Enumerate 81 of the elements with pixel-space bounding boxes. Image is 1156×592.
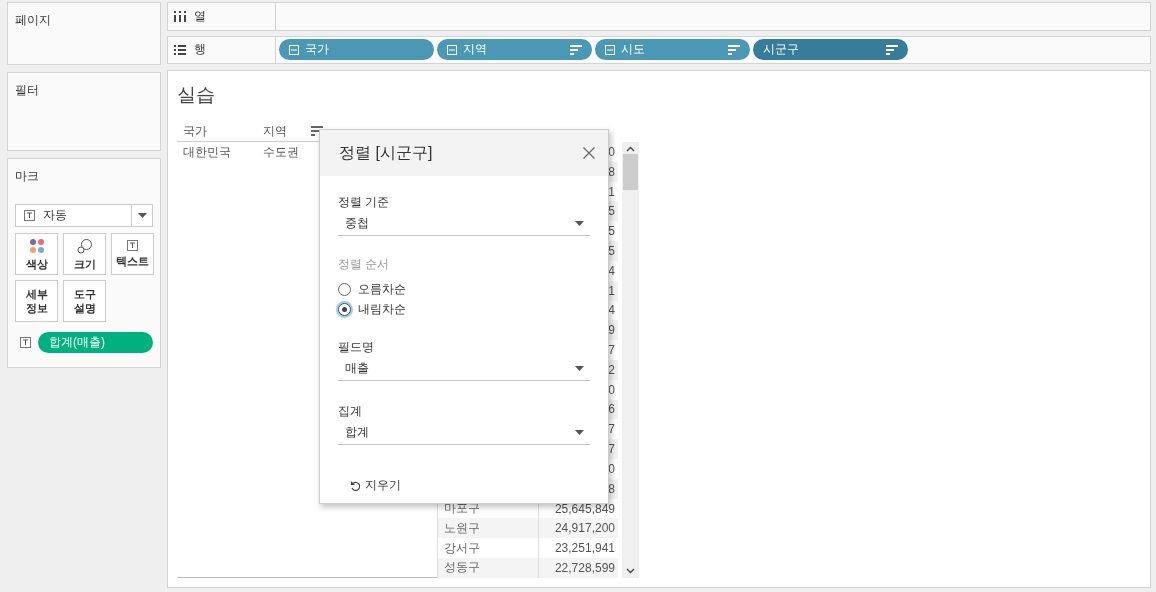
clear-button[interactable]: 지우기 [348,475,403,496]
close-icon[interactable] [583,147,595,159]
field-label: 집계 [338,403,363,420]
table-cell: 5 [608,204,615,219]
sheet-title: 실습 [177,83,216,107]
radio-button[interactable] [338,282,351,296]
undo-icon [350,480,360,491]
collapse-icon[interactable] [289,45,299,55]
table-cell: 4 [608,263,615,278]
table-cell: 1 [608,184,615,199]
collapse-icon[interactable] [605,45,615,55]
table-cell: 마포구 [444,501,480,516]
dialog-title: 정렬 [시군구] [339,142,433,163]
table-cell: 8 [608,164,615,179]
table-cell: 0 [608,461,615,476]
table-cell: 강서구 [444,540,480,555]
mark-button[interactable]: 세부 정보 [15,280,58,322]
mark-button[interactable]: 텍스트 [111,233,154,275]
table-cell: 8 [608,481,615,496]
scrollbar[interactable] [622,142,639,578]
panel-title: 페이지 [15,12,52,29]
radio-label[interactable]: 내림차순 [358,300,406,318]
sort-by-select[interactable]: 중첩 [338,211,590,236]
field-label: 정렬 기준 [338,194,391,211]
table-cell: 0 [608,382,615,397]
panel-title: 마크 [15,168,40,185]
table-cell: 2 [608,362,615,377]
table-cell: 4 [608,303,615,318]
size-icon [76,237,93,254]
scroll-thumb[interactable] [623,154,638,190]
text-icon [20,337,31,348]
table-cell: 대한민국 [183,145,231,159]
columns-icon [174,11,186,22]
table-cell: 5 [608,224,615,239]
caret-icon [575,220,584,226]
panel-title: 필터 [15,82,40,99]
field-select[interactable]: 매출 [338,356,590,381]
dropdown-value: 자동 [43,207,67,224]
sort-icon[interactable] [728,45,740,55]
shelf-label: 행 [194,41,206,59]
caret-icon [575,365,584,371]
mark-button[interactable]: 색상 [15,233,58,275]
caret-icon [137,213,147,218]
table-cell: 노원구 [444,520,480,535]
collapse-icon[interactable] [447,45,457,55]
color-dots-icon [28,237,45,254]
table-cell: 9 [608,323,615,338]
table-cell: 7 [608,343,615,358]
aggregation-select[interactable]: 합계 [338,420,590,445]
table-cell: 25,645,849 [554,501,615,516]
mark-button[interactable]: 도구 설명 [63,280,106,322]
table-cell: 24,917,200 [554,521,615,536]
table-cell: 수도권 [263,145,299,159]
scroll-down-icon[interactable] [626,568,635,574]
table-cell: 6 [608,402,615,417]
table-cell: 5 [608,243,615,258]
table-cell: 7 [608,422,615,437]
sort-icon[interactable] [311,126,323,136]
field-label: 정렬 순서 [338,256,391,273]
mark-type-dropdown[interactable]: 자동 [15,204,153,227]
sort-icon[interactable] [570,45,582,55]
caret-icon [575,429,584,435]
table-cell: 0 [608,144,615,159]
scroll-up-icon[interactable] [626,146,635,152]
table-cell: 22,728,599 [554,560,615,575]
shelf-label: 열 [194,8,206,25]
table-cell: 7 [608,442,615,457]
column-header: 국가 [183,122,207,140]
sort-icon[interactable] [886,45,898,55]
field-pill[interactable]: 시군구 [753,39,908,61]
column-header: 지역 [263,122,287,140]
text-icon [24,210,35,221]
field-label: 필드명 [338,339,375,356]
table-cell: 23,251,941 [554,541,615,556]
rows-icon [174,45,186,55]
radio-label[interactable]: 오름차순 [358,280,406,298]
table-cell: 성동구 [444,560,480,575]
radio-button[interactable] [338,302,351,316]
text-icon [127,240,138,251]
mark-button[interactable]: 크기 [63,233,106,275]
table-cell: 1 [608,283,615,298]
